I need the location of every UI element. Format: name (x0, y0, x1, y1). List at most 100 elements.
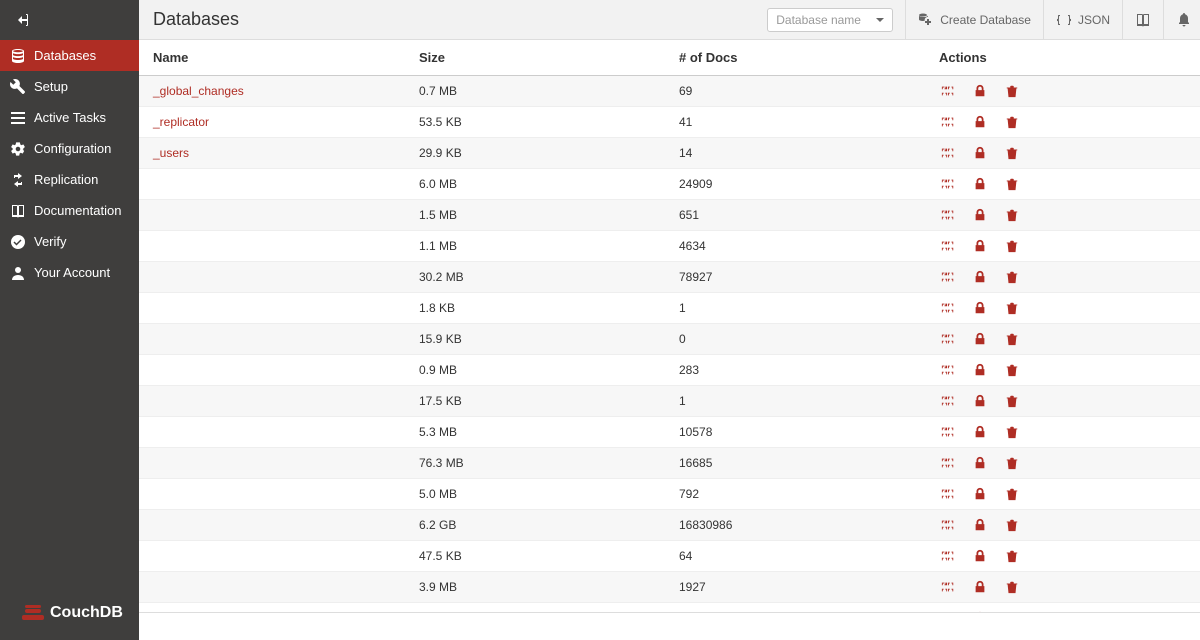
collapse-sidebar-button[interactable] (0, 0, 139, 40)
notifications-button[interactable] (1163, 0, 1200, 40)
lock-icon[interactable] (971, 518, 989, 532)
lock-icon[interactable] (971, 84, 989, 98)
col-actions: Actions (925, 40, 1200, 76)
replicate-icon[interactable] (939, 301, 957, 315)
replicate-icon[interactable] (939, 239, 957, 253)
trash-icon[interactable] (1003, 270, 1021, 284)
trash-icon[interactable] (1003, 363, 1021, 377)
lock-icon[interactable] (971, 456, 989, 470)
table-row: 1.1 MB4634 (139, 231, 1200, 262)
user-icon (10, 265, 26, 281)
footer-strip (139, 612, 1200, 640)
lock-icon[interactable] (971, 270, 989, 284)
size-cell: 0.7 MB (405, 76, 665, 107)
replicate-icon[interactable] (939, 146, 957, 160)
docs-cell: 14 (665, 138, 925, 169)
database-link[interactable]: _global_changes (153, 84, 244, 98)
table-row: 3.9 MB1927 (139, 572, 1200, 603)
trash-icon[interactable] (1003, 146, 1021, 160)
replicate-icon[interactable] (939, 580, 957, 594)
database-link[interactable]: _users (153, 146, 189, 160)
table-row: 6.0 MB24909 (139, 169, 1200, 200)
sidebar-item-configuration[interactable]: Configuration (0, 133, 139, 164)
json-button[interactable]: JSON (1043, 0, 1122, 40)
trash-icon[interactable] (1003, 425, 1021, 439)
sidebar-item-replication[interactable]: Replication (0, 164, 139, 195)
lock-icon[interactable] (971, 239, 989, 253)
trash-icon[interactable] (1003, 208, 1021, 222)
replicate-icon[interactable] (939, 518, 957, 532)
table-row: _replicator53.5 KB41 (139, 107, 1200, 138)
trash-icon[interactable] (1003, 456, 1021, 470)
sidebar-item-setup[interactable]: Setup (0, 71, 139, 102)
replicate-icon[interactable] (939, 208, 957, 222)
docs-cell: 41 (665, 107, 925, 138)
replicate-icon[interactable] (939, 549, 957, 563)
wrench-icon (10, 79, 26, 95)
sidebar-item-documentation[interactable]: Documentation (0, 195, 139, 226)
trash-icon[interactable] (1003, 115, 1021, 129)
replicate-icon[interactable] (939, 487, 957, 501)
size-cell: 29.9 KB (405, 138, 665, 169)
trash-icon[interactable] (1003, 549, 1021, 563)
replicate-icon[interactable] (939, 363, 957, 377)
replicate-icon[interactable] (939, 270, 957, 284)
replicate-icon[interactable] (939, 177, 957, 191)
lock-icon[interactable] (971, 301, 989, 315)
replicate-icon[interactable] (939, 332, 957, 346)
lock-icon[interactable] (971, 363, 989, 377)
create-database-button[interactable]: Create Database (905, 0, 1043, 40)
sidebar-item-your-account[interactable]: Your Account (0, 257, 139, 288)
trash-icon[interactable] (1003, 518, 1021, 532)
table-row: 5.3 MB10578 (139, 417, 1200, 448)
replicate-icon[interactable] (939, 456, 957, 470)
table-row: 15.9 KB0 (139, 324, 1200, 355)
size-cell: 17.5 KB (405, 386, 665, 417)
sidebar-item-databases[interactable]: Databases (0, 40, 139, 71)
docs-cell: 1 (665, 386, 925, 417)
size-cell: 6.0 MB (405, 169, 665, 200)
docs-header-button[interactable] (1122, 0, 1163, 40)
replicate-icon[interactable] (939, 115, 957, 129)
trash-icon[interactable] (1003, 487, 1021, 501)
trash-icon[interactable] (1003, 239, 1021, 253)
sidebar-item-verify[interactable]: Verify (0, 226, 139, 257)
database-add-icon (918, 12, 934, 28)
lock-icon[interactable] (971, 394, 989, 408)
col-name[interactable]: Name (139, 40, 405, 76)
docs-cell: 64 (665, 541, 925, 572)
lock-icon[interactable] (971, 177, 989, 191)
size-cell: 3.9 MB (405, 572, 665, 603)
table-row: 344.7 MB926581 (139, 603, 1200, 613)
col-size[interactable]: Size (405, 40, 665, 76)
sidebar-item-active-tasks[interactable]: Active Tasks (0, 102, 139, 133)
table-row: 17.5 KB1 (139, 386, 1200, 417)
trash-icon[interactable] (1003, 301, 1021, 315)
col-docs[interactable]: # of Docs (665, 40, 925, 76)
trash-icon[interactable] (1003, 580, 1021, 594)
replicate-icon[interactable] (939, 394, 957, 408)
lock-icon[interactable] (971, 146, 989, 160)
replicate-icon[interactable] (939, 425, 957, 439)
database-link[interactable]: _replicator (153, 115, 209, 129)
lock-icon[interactable] (971, 115, 989, 129)
check-icon (10, 234, 26, 250)
table-row: 0.9 MB283 (139, 355, 1200, 386)
lock-icon[interactable] (971, 332, 989, 346)
lock-icon[interactable] (971, 487, 989, 501)
lock-icon[interactable] (971, 425, 989, 439)
lock-icon[interactable] (971, 208, 989, 222)
database-name-dropdown[interactable]: Database name (767, 8, 893, 32)
table-row: 30.2 MB78927 (139, 262, 1200, 293)
table-row: _users 29.9 KB14 (139, 138, 1200, 169)
lock-icon[interactable] (971, 549, 989, 563)
replicate-icon[interactable] (939, 84, 957, 98)
docs-cell: 10578 (665, 417, 925, 448)
replicate-icon (10, 172, 26, 188)
trash-icon[interactable] (1003, 332, 1021, 346)
docs-cell: 926581 (665, 603, 925, 613)
trash-icon[interactable] (1003, 394, 1021, 408)
trash-icon[interactable] (1003, 177, 1021, 191)
lock-icon[interactable] (971, 580, 989, 594)
trash-icon[interactable] (1003, 84, 1021, 98)
